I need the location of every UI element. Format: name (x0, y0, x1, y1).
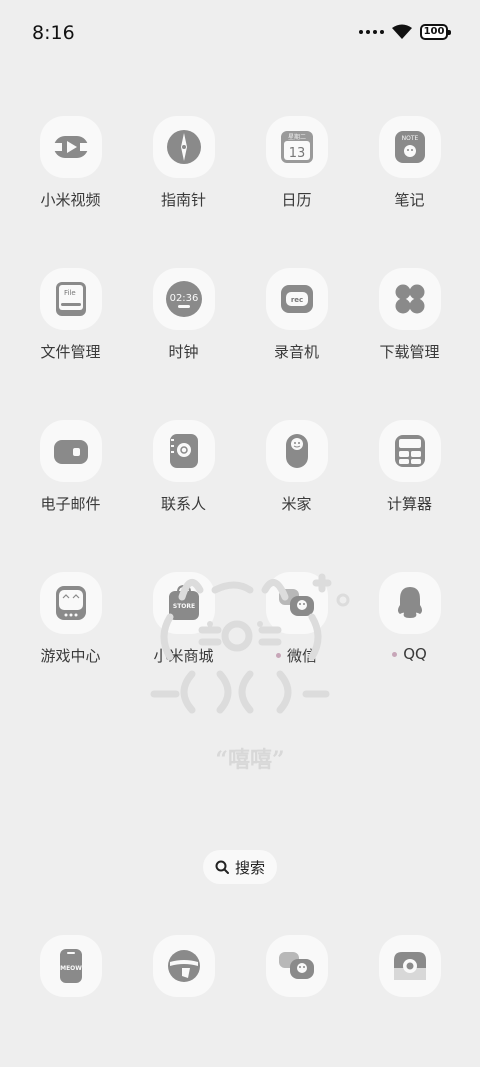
app-label: 笔记 (394, 191, 425, 209)
app-label: 小米视频 (40, 191, 101, 209)
app-email[interactable]: 电子邮件 (14, 420, 127, 514)
calculator-icon[interactable] (378, 420, 441, 482)
app-label: QQ (403, 645, 427, 663)
status-bar: 8:16 100 (0, 0, 480, 66)
wallpaper-cat-doodle: “嘻嘻” (150, 573, 350, 773)
app-calendar[interactable]: 星期二 13 日历 (240, 116, 353, 210)
calendar-day: 13 (288, 146, 305, 161)
app-mijia[interactable]: 米家 (240, 420, 353, 514)
app-label: 录音机 (273, 343, 319, 361)
app-compass[interactable]: 指南针 (127, 116, 240, 210)
file-icon[interactable]: File (39, 268, 102, 330)
download-icon[interactable] (378, 268, 441, 330)
calendar-weekday: 星期二 (287, 133, 305, 141)
app-label: 指南针 (160, 191, 206, 209)
qq-icon[interactable] (378, 572, 441, 634)
search-button[interactable]: 搜索 (203, 850, 277, 884)
app-label: 计算器 (386, 495, 432, 513)
app-clock[interactable]: 02:36 时钟 (127, 268, 240, 362)
video-icon[interactable] (39, 116, 102, 178)
signal-icon (359, 30, 384, 34)
app-file-manager[interactable]: File 文件管理 (14, 268, 127, 362)
app-label: 联系人 (160, 495, 206, 513)
app-notes[interactable]: NOTE 笔记 (353, 116, 466, 210)
clock-icon[interactable]: 02:36 (152, 268, 215, 330)
app-game-center[interactable]: 游戏中心 (14, 572, 127, 666)
app-recorder[interactable]: rec 录音机 (240, 268, 353, 362)
app-label: 文件管理 (40, 343, 101, 361)
status-icons: 100 (359, 24, 451, 40)
search-label: 搜索 (234, 858, 265, 877)
phone-text: MEOW (60, 965, 82, 972)
camera-icon[interactable] (378, 935, 441, 997)
calendar-icon[interactable]: 星期二 13 (265, 116, 328, 178)
search-icon (215, 860, 229, 874)
browser-icon[interactable] (152, 935, 215, 997)
app-contacts[interactable]: 联系人 (127, 420, 240, 514)
dock: MEOW (14, 935, 466, 997)
game-icon[interactable] (39, 572, 102, 634)
app-label: 时钟 (168, 343, 199, 361)
messages-icon[interactable] (265, 935, 328, 997)
file-text: File (64, 289, 76, 297)
mail-icon[interactable] (39, 420, 102, 482)
contacts-icon[interactable] (152, 420, 215, 482)
dock-browser[interactable] (127, 935, 240, 997)
app-label: 下载管理 (379, 343, 440, 361)
battery-icon: 100 (420, 24, 451, 40)
app-label: 日历 (281, 191, 312, 209)
recorder-icon[interactable]: rec (265, 268, 328, 330)
new-install-dot (392, 651, 398, 657)
notes-icon[interactable]: NOTE (378, 116, 441, 178)
status-time: 8:16 (32, 22, 75, 44)
app-label: 米家 (281, 495, 312, 513)
wifi-icon (392, 24, 412, 39)
phone-icon[interactable]: MEOW (39, 935, 102, 997)
mijia-icon[interactable] (265, 420, 328, 482)
app-downloads[interactable]: 下载管理 (353, 268, 466, 362)
notes-text: NOTE (401, 135, 418, 142)
dock-phone[interactable]: MEOW (14, 935, 127, 997)
app-label: 游戏中心 (40, 647, 101, 665)
app-calculator[interactable]: 计算器 (353, 420, 466, 514)
app-mi-video[interactable]: 小米视频 (14, 116, 127, 210)
compass-icon[interactable] (152, 116, 215, 178)
dock-messages[interactable] (240, 935, 353, 997)
app-qq[interactable]: QQ (353, 572, 466, 666)
dock-camera[interactable] (353, 935, 466, 997)
wallpaper-caption: “嘻嘻” (215, 747, 284, 773)
app-label: 电子邮件 (40, 495, 101, 513)
recorder-text: rec (290, 296, 302, 304)
clock-text: 02:36 (169, 293, 198, 304)
